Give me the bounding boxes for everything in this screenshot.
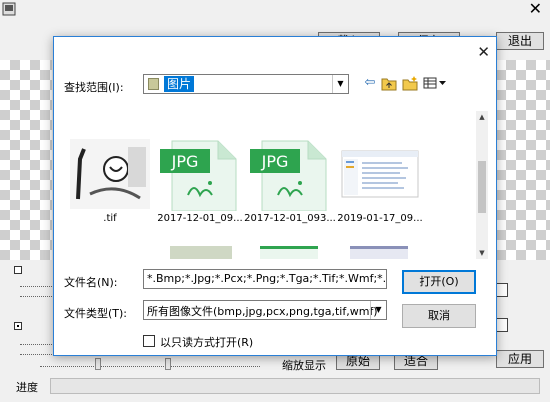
image-preview-left bbox=[0, 60, 52, 260]
jpg-file-icon[interactable]: JPG bbox=[250, 139, 330, 212]
photo-thumbnail bbox=[70, 139, 150, 209]
exit-button[interactable]: 退出 bbox=[496, 32, 544, 50]
file-name-label: 文件名(N): bbox=[64, 276, 118, 289]
file-name-4: 2019-01-17_09... bbox=[337, 213, 423, 224]
folder-icon bbox=[148, 78, 159, 90]
close-icon[interactable]: ✕ bbox=[477, 43, 490, 61]
partial-thumbnail bbox=[260, 246, 318, 259]
partial-thumbnail bbox=[350, 246, 408, 259]
zoom-label: 缩放显示 bbox=[282, 359, 326, 372]
file-thumb-photo[interactable] bbox=[70, 139, 150, 209]
look-in-combo[interactable]: 图片 ▼ bbox=[143, 74, 349, 94]
slider-thumb[interactable] bbox=[165, 358, 171, 370]
chevron-down-icon[interactable]: ▼ bbox=[332, 75, 348, 93]
slider-track[interactable] bbox=[20, 286, 52, 287]
option-marker-selected[interactable] bbox=[14, 322, 22, 330]
progress-bar bbox=[50, 378, 540, 394]
up-folder-icon[interactable] bbox=[380, 74, 398, 92]
open-button[interactable]: 打开(O) bbox=[402, 270, 476, 294]
screenshot-thumbnail[interactable] bbox=[340, 139, 420, 209]
jpg-file-icon[interactable]: JPG bbox=[160, 139, 240, 212]
file-list[interactable]: .tif JPG 2017-12-01_09... JPG 2017-12-01… bbox=[62, 111, 488, 259]
slider-thumb[interactable] bbox=[95, 358, 101, 370]
slider-track[interactable] bbox=[20, 354, 52, 355]
svg-text:JPG: JPG bbox=[261, 152, 289, 171]
cancel-button[interactable]: 取消 bbox=[402, 304, 476, 328]
file-type-label: 文件类型(T): bbox=[64, 307, 128, 320]
readonly-checkbox[interactable] bbox=[143, 335, 155, 347]
file-name-2: 2017-12-01_09... bbox=[157, 213, 243, 224]
person-icon[interactable] bbox=[496, 283, 508, 297]
file-name-input[interactable]: *.Bmp;*.Jpg;*.Pcx;*.Png;*.Tga;*.Tif;*.Wm… bbox=[143, 269, 387, 289]
scroll-thumb[interactable] bbox=[478, 161, 486, 213]
file-name-1: .tif bbox=[103, 213, 117, 224]
file-name-3: 2017-12-01_093... bbox=[244, 213, 336, 224]
rotate-icon[interactable] bbox=[496, 318, 508, 332]
chevron-down-icon[interactable]: ▼ bbox=[370, 301, 386, 319]
scroll-up-icon[interactable]: ▲ bbox=[476, 111, 488, 123]
back-arrow-icon[interactable]: ⇦ bbox=[361, 74, 379, 92]
app-close-icon[interactable]: ✕ bbox=[529, 1, 542, 17]
progress-label: 进度 bbox=[16, 381, 38, 394]
open-file-dialog: ✕ 查找范围(I): 图片 ▼ ⇦ .tif JPG 2017-12-01_09… bbox=[53, 36, 497, 356]
slider-track[interactable] bbox=[20, 296, 52, 297]
look-in-value: 图片 bbox=[164, 76, 195, 92]
scroll-down-icon[interactable]: ▼ bbox=[476, 247, 488, 259]
readonly-label: 以只读方式打开(R) bbox=[160, 336, 254, 349]
file-type-combo[interactable]: 所有图像文件(bmp,jpg,pcx,png,tga,tif,wmf) ▼ bbox=[143, 300, 387, 320]
new-folder-icon[interactable] bbox=[401, 74, 419, 92]
partial-thumbnail bbox=[170, 246, 232, 259]
apply-button[interactable]: 应用 bbox=[496, 350, 544, 368]
view-menu-icon[interactable] bbox=[422, 74, 448, 92]
slider-track[interactable] bbox=[20, 344, 52, 345]
look-in-label: 查找范围(I): bbox=[64, 81, 124, 94]
file-type-value: 所有图像文件(bmp,jpg,pcx,png,tga,tif,wmf) bbox=[147, 305, 378, 318]
image-preview-right bbox=[496, 60, 550, 260]
option-marker[interactable] bbox=[14, 266, 22, 274]
vertical-scrollbar[interactable]: ▲ ▼ bbox=[476, 111, 488, 259]
app-icon bbox=[2, 2, 16, 16]
svg-text:JPG: JPG bbox=[171, 152, 199, 171]
zoom-slider-track[interactable] bbox=[40, 366, 260, 367]
